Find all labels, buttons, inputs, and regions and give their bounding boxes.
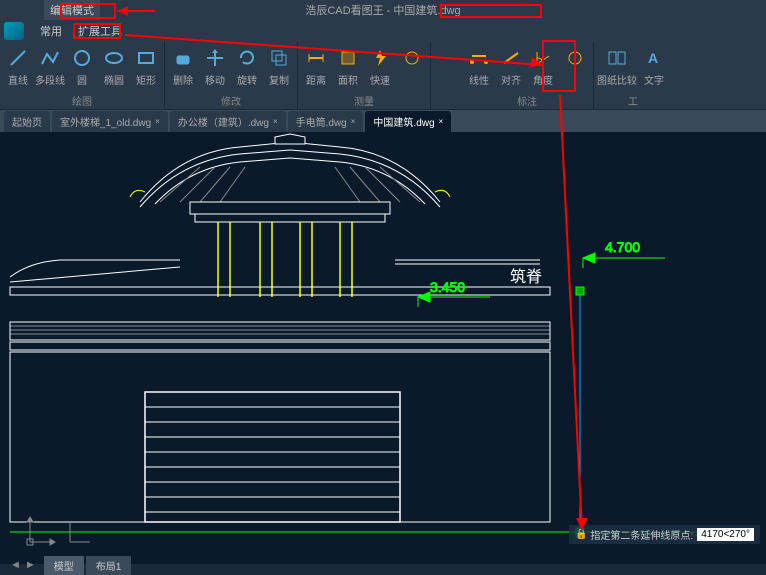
tool-linear[interactable]: 线性	[463, 44, 495, 92]
angle-dim-icon	[531, 46, 555, 70]
dimension-1: 3.450	[430, 279, 465, 295]
ribbon-group-modify: 删除 移动 旋转 复制 修改	[165, 42, 298, 109]
line-icon	[6, 46, 30, 70]
tool-rotate[interactable]: 旋转	[231, 44, 263, 92]
ribbon-group-tools: 图纸比较 A文字 工	[594, 42, 672, 109]
app-logo-icon[interactable]	[4, 22, 24, 40]
area-icon	[336, 46, 360, 70]
text-icon: A	[642, 46, 666, 70]
tab-layout1[interactable]: 布局1	[86, 556, 132, 575]
tool-compare[interactable]: 图纸比较	[596, 44, 638, 92]
tab-file2[interactable]: 办公楼（建筑）.dwg×	[170, 111, 286, 132]
close-icon[interactable]: ×	[351, 117, 356, 126]
tool-ellipse[interactable]: 椭圆	[98, 44, 130, 92]
tool-rect[interactable]: 矩形	[130, 44, 162, 92]
file-tabs: 起始页 室外楼梯_1_old.dwg× 办公楼（建筑）.dwg× 手电筒.dwg…	[0, 110, 766, 132]
linear-dim-icon	[467, 46, 491, 70]
tool-copy[interactable]: 复制	[263, 44, 295, 92]
tool-line[interactable]: 直线	[2, 44, 34, 92]
tool-text[interactable]: A文字	[638, 44, 670, 92]
command-prompt: 🔒 指定第二条延伸线原点: 4170<270°	[569, 525, 760, 544]
tool-aligned[interactable]: 对齐	[495, 44, 527, 92]
measure4-icon	[400, 46, 424, 70]
close-icon[interactable]: ×	[273, 117, 278, 126]
tool-angle[interactable]: 角度	[527, 44, 559, 92]
drawing-canvas[interactable]: 3.450 4.700 筑脊	[0, 132, 766, 564]
circle-icon	[70, 46, 94, 70]
dimension-2: 4.700	[605, 239, 640, 255]
group-label-tools: 工	[596, 92, 670, 109]
rect-icon	[134, 46, 158, 70]
close-icon[interactable]: ×	[439, 117, 444, 126]
coord-input[interactable]: 4170<270°	[697, 528, 754, 541]
tool-move[interactable]: 移动	[199, 44, 231, 92]
compare-icon	[605, 46, 629, 70]
tab-home[interactable]: 起始页	[4, 111, 50, 132]
tool-distance[interactable]: 距离	[300, 44, 332, 92]
tool-ann4[interactable]	[559, 44, 591, 92]
tool-delete[interactable]: 删除	[167, 44, 199, 92]
ann4-icon	[563, 46, 587, 70]
lock-icon: 🔒	[575, 529, 587, 540]
ribbon-group-measure: 距离 面积 快速 测量	[298, 42, 431, 109]
label-ridge: 筑脊	[510, 268, 542, 286]
group-label-draw: 绘图	[2, 92, 162, 109]
menu-bar: 常用 扩展工具	[0, 20, 766, 42]
ribbon: 直线 多段线 圆 椭圆 矩形 绘图 删除 移动 旋转 复制 修改 距离 面积 快…	[0, 42, 766, 110]
tool-circle[interactable]: 圆	[66, 44, 98, 92]
tab-file1[interactable]: 室外楼梯_1_old.dwg×	[52, 111, 168, 132]
layout-tabs: ◄ ► 模型 布局1	[0, 556, 133, 574]
tool-polyline[interactable]: 多段线	[34, 44, 66, 92]
ribbon-group-annotation: 线性 对齐 角度 标注	[461, 42, 594, 109]
tool-measure4[interactable]	[396, 44, 428, 92]
polyline-icon	[38, 46, 62, 70]
app-title: 浩辰CAD看图王 - 中国建筑.dwg	[305, 2, 460, 18]
rotate-icon	[235, 46, 259, 70]
ellipse-icon	[102, 46, 126, 70]
tab-nav-next-icon[interactable]: ►	[25, 559, 36, 571]
ribbon-group-draw: 直线 多段线 圆 椭圆 矩形 绘图	[0, 42, 165, 109]
mode-button[interactable]: 编辑模式	[44, 0, 100, 20]
group-label-annotation: 标注	[463, 92, 591, 109]
move-icon	[203, 46, 227, 70]
quick-icon	[368, 46, 392, 70]
svg-text:A: A	[648, 50, 658, 66]
tool-quick[interactable]: 快速	[364, 44, 396, 92]
tab-file4[interactable]: 中国建筑.dwg×	[365, 111, 451, 132]
tab-file3[interactable]: 手电筒.dwg×	[288, 111, 364, 132]
distance-icon	[304, 46, 328, 70]
eraser-icon	[171, 46, 195, 70]
tab-nav-prev-icon[interactable]: ◄	[10, 559, 21, 571]
menu-common[interactable]: 常用	[32, 21, 70, 41]
close-icon[interactable]: ×	[155, 117, 160, 126]
copy-icon	[267, 46, 291, 70]
menu-extended-tools[interactable]: 扩展工具	[70, 21, 130, 41]
title-bar: 编辑模式 浩辰CAD看图王 - 中国建筑.dwg	[0, 0, 766, 20]
group-label-measure: 测量	[300, 92, 428, 109]
tab-model[interactable]: 模型	[44, 556, 84, 575]
cad-drawing: 3.450 4.700 筑脊	[0, 132, 766, 564]
aligned-dim-icon	[499, 46, 523, 70]
group-label-modify: 修改	[167, 92, 295, 109]
tool-area[interactable]: 面积	[332, 44, 364, 92]
